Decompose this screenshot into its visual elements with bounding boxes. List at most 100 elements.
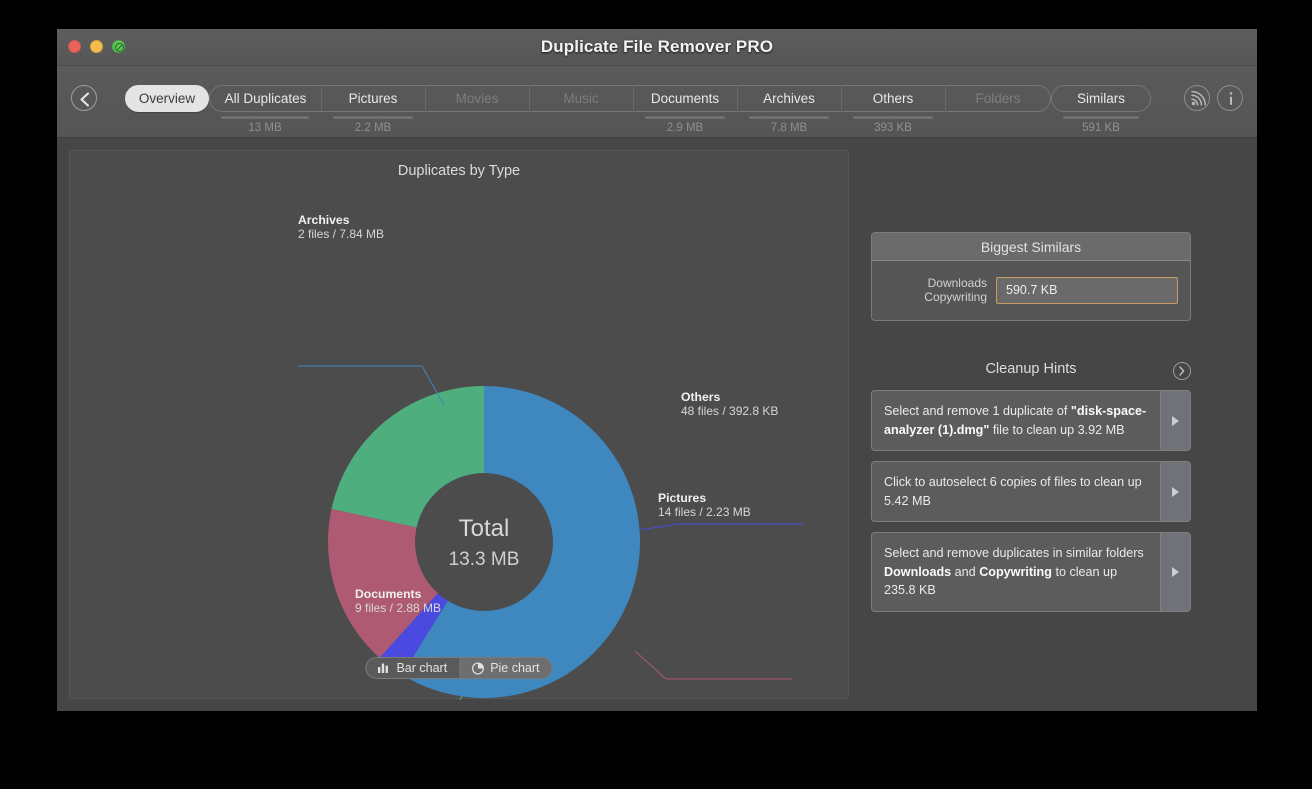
cleanup-hint-item[interactable]: Click to autoselect 6 copies of files to…: [871, 461, 1191, 522]
tab-similars[interactable]: Similars: [1051, 85, 1151, 112]
donut-leader-line-pictures: [634, 650, 792, 680]
pie-label-pictures: Pictures 14 files / 2.23 MB: [658, 491, 751, 519]
cleanup-hint-apply-button[interactable]: [1160, 533, 1190, 611]
pie-chart-toggle-label: Pie chart: [490, 661, 540, 675]
tab-size-label: 2.9 MB: [666, 121, 704, 134]
cleanup-hint-item[interactable]: Select and remove 1 duplicate of "disk-s…: [871, 390, 1191, 451]
tab-label: Music: [563, 91, 599, 106]
chevron-left-icon: [80, 91, 90, 107]
cleanup-hint-text: Click to autoselect 6 copies of files to…: [884, 475, 1142, 508]
tab-label: Folders: [975, 91, 1021, 106]
tab-label: Archives: [763, 91, 815, 106]
similar-row-label-line2: Copywriting: [924, 290, 987, 304]
cleanup-hints-next-button[interactable]: [1173, 362, 1191, 380]
tab-size-underline: [853, 116, 933, 119]
triangle-right-icon: [1172, 486, 1179, 497]
tab-others[interactable]: Others: [841, 85, 945, 112]
donut-leader-line-others: [639, 523, 804, 531]
tab-all-duplicates[interactable]: All Duplicates: [209, 85, 321, 112]
similar-row-value: 590.7 KB: [1006, 283, 1058, 297]
donut-center-value: 13.3 MB: [449, 549, 520, 570]
content-area: Duplicates by Type Total 13.3 MB Archive…: [57, 138, 1257, 711]
tab-cell-folders: Folders: [945, 85, 1051, 112]
tab-music: Music: [529, 85, 633, 112]
toolbar-icon-group: [1184, 85, 1243, 111]
tab-size-meta: 393 KB: [841, 116, 945, 134]
tab-cell-overview: Overview: [125, 85, 209, 112]
tab-label: Similars: [1076, 91, 1125, 106]
chart-panel: Duplicates by Type Total 13.3 MB Archive…: [69, 150, 850, 711]
biggest-similars-panel: Biggest Similars Downloads Copywriting 5…: [871, 232, 1191, 321]
tab-cell-others: Others 393 KB: [841, 85, 945, 134]
tab-size-label: 7.8 MB: [770, 121, 808, 134]
cleanup-hint-item[interactable]: Select and remove duplicates in similar …: [871, 532, 1191, 612]
tab-overview[interactable]: Overview: [125, 85, 209, 112]
biggest-similars-header: Biggest Similars: [872, 233, 1190, 261]
tab-size-underline: [1063, 116, 1139, 119]
tab-label: Documents: [650, 91, 720, 106]
window-title: Duplicate File Remover PRO: [540, 37, 774, 56]
tab-cell-all-duplicates: All Duplicates 13 MB: [209, 85, 321, 134]
similar-row-label-line1: Downloads: [927, 276, 987, 290]
tab-documents[interactable]: Documents: [633, 85, 737, 112]
application-window: Duplicate File Remover PRO Overview All D…: [57, 29, 1257, 711]
tab-archives[interactable]: Archives: [737, 85, 841, 112]
tab-size-label: 591 KB: [1082, 121, 1120, 134]
cleanup-hint-text: Select and remove duplicates in similar …: [884, 546, 1144, 597]
info-button[interactable]: [1217, 85, 1243, 111]
rss-button[interactable]: [1184, 85, 1210, 111]
donut-chart: Total 13.3 MB Archives 2 files / 7.84 MB…: [70, 151, 850, 711]
chart-type-toggle[interactable]: Bar chart Pie chart: [365, 657, 553, 679]
right-column: Biggest Similars Downloads Copywriting 5…: [863, 150, 1241, 699]
window-titlebar: Duplicate File Remover PRO: [57, 29, 1257, 66]
info-icon: [1229, 92, 1233, 105]
tab-label: All Duplicates: [224, 91, 307, 106]
similar-row-bar[interactable]: 590.7 KB: [996, 276, 1178, 304]
tab-bar: Overview All Duplicates 13 MB Pictures 2.2 M…: [125, 85, 1151, 134]
tab-size-underline: [333, 116, 413, 119]
biggest-similars-body: Downloads Copywriting 590.7 KB: [872, 261, 1190, 320]
tab-cell-similars: Similars 591 KB: [1051, 85, 1151, 134]
pie-label-others: Others 48 files / 392.8 KB: [681, 390, 779, 418]
tab-pictures[interactable]: Pictures: [321, 85, 425, 112]
toolbar: Overview All Duplicates 13 MB Pictures 2.2 M…: [57, 66, 1257, 138]
bar-chart-toggle-label: Bar chart: [396, 661, 448, 675]
tab-size-meta: 2.2 MB: [321, 116, 425, 134]
tab-size-label: 13 MB: [248, 121, 282, 134]
donut-leader-line-documents: [453, 695, 463, 711]
back-button[interactable]: [71, 85, 97, 111]
tab-cell-music: Music: [529, 85, 633, 112]
rss-icon: [1191, 90, 1206, 106]
tab-size-underline: [645, 116, 725, 119]
tab-cell-documents: Documents 2.9 MB: [633, 85, 737, 134]
triangle-right-icon: [1172, 566, 1179, 577]
cleanup-hints-title: Cleanup Hints: [985, 361, 1077, 377]
tab-folders: Folders: [945, 85, 1051, 112]
pie-chart-icon: [471, 662, 484, 674]
tab-size-label: 2.2 MB: [354, 121, 392, 134]
donut-center-title: Total: [459, 515, 510, 542]
donut-chart-svg: Total 13.3 MB: [298, 365, 804, 711]
desktop-background: Duplicate File Remover PRO Overview All D…: [0, 0, 1312, 789]
tab-size-meta: 13 MB: [209, 116, 321, 134]
cleanup-hints-list: Select and remove 1 duplicate of "disk-s…: [871, 390, 1191, 612]
tab-movies: Movies: [425, 85, 529, 112]
tab-size-meta: 7.8 MB: [737, 116, 841, 134]
cleanup-hint-apply-button[interactable]: [1160, 391, 1190, 450]
tab-label: Pictures: [348, 91, 398, 106]
pie-chart-toggle[interactable]: Pie chart: [459, 658, 552, 678]
chevron-right-icon: [1179, 366, 1185, 376]
tab-label: Others: [872, 91, 914, 106]
triangle-right-icon: [1172, 415, 1179, 426]
bar-chart-toggle[interactable]: Bar chart: [366, 658, 459, 678]
tab-size-underline: [749, 116, 829, 119]
tab-label: Overview: [138, 91, 196, 106]
tab-cell-archives: Archives 7.8 MB: [737, 85, 841, 134]
tab-size-meta: 591 KB: [1051, 116, 1151, 134]
tab-size-label: 393 KB: [874, 121, 912, 134]
tab-size-underline: [221, 116, 309, 119]
bar-chart-icon: [377, 663, 388, 673]
cleanup-hint-apply-button[interactable]: [1160, 462, 1190, 521]
cleanup-hints-header: Cleanup Hints: [871, 361, 1191, 380]
tab-cell-movies: Movies: [425, 85, 529, 112]
